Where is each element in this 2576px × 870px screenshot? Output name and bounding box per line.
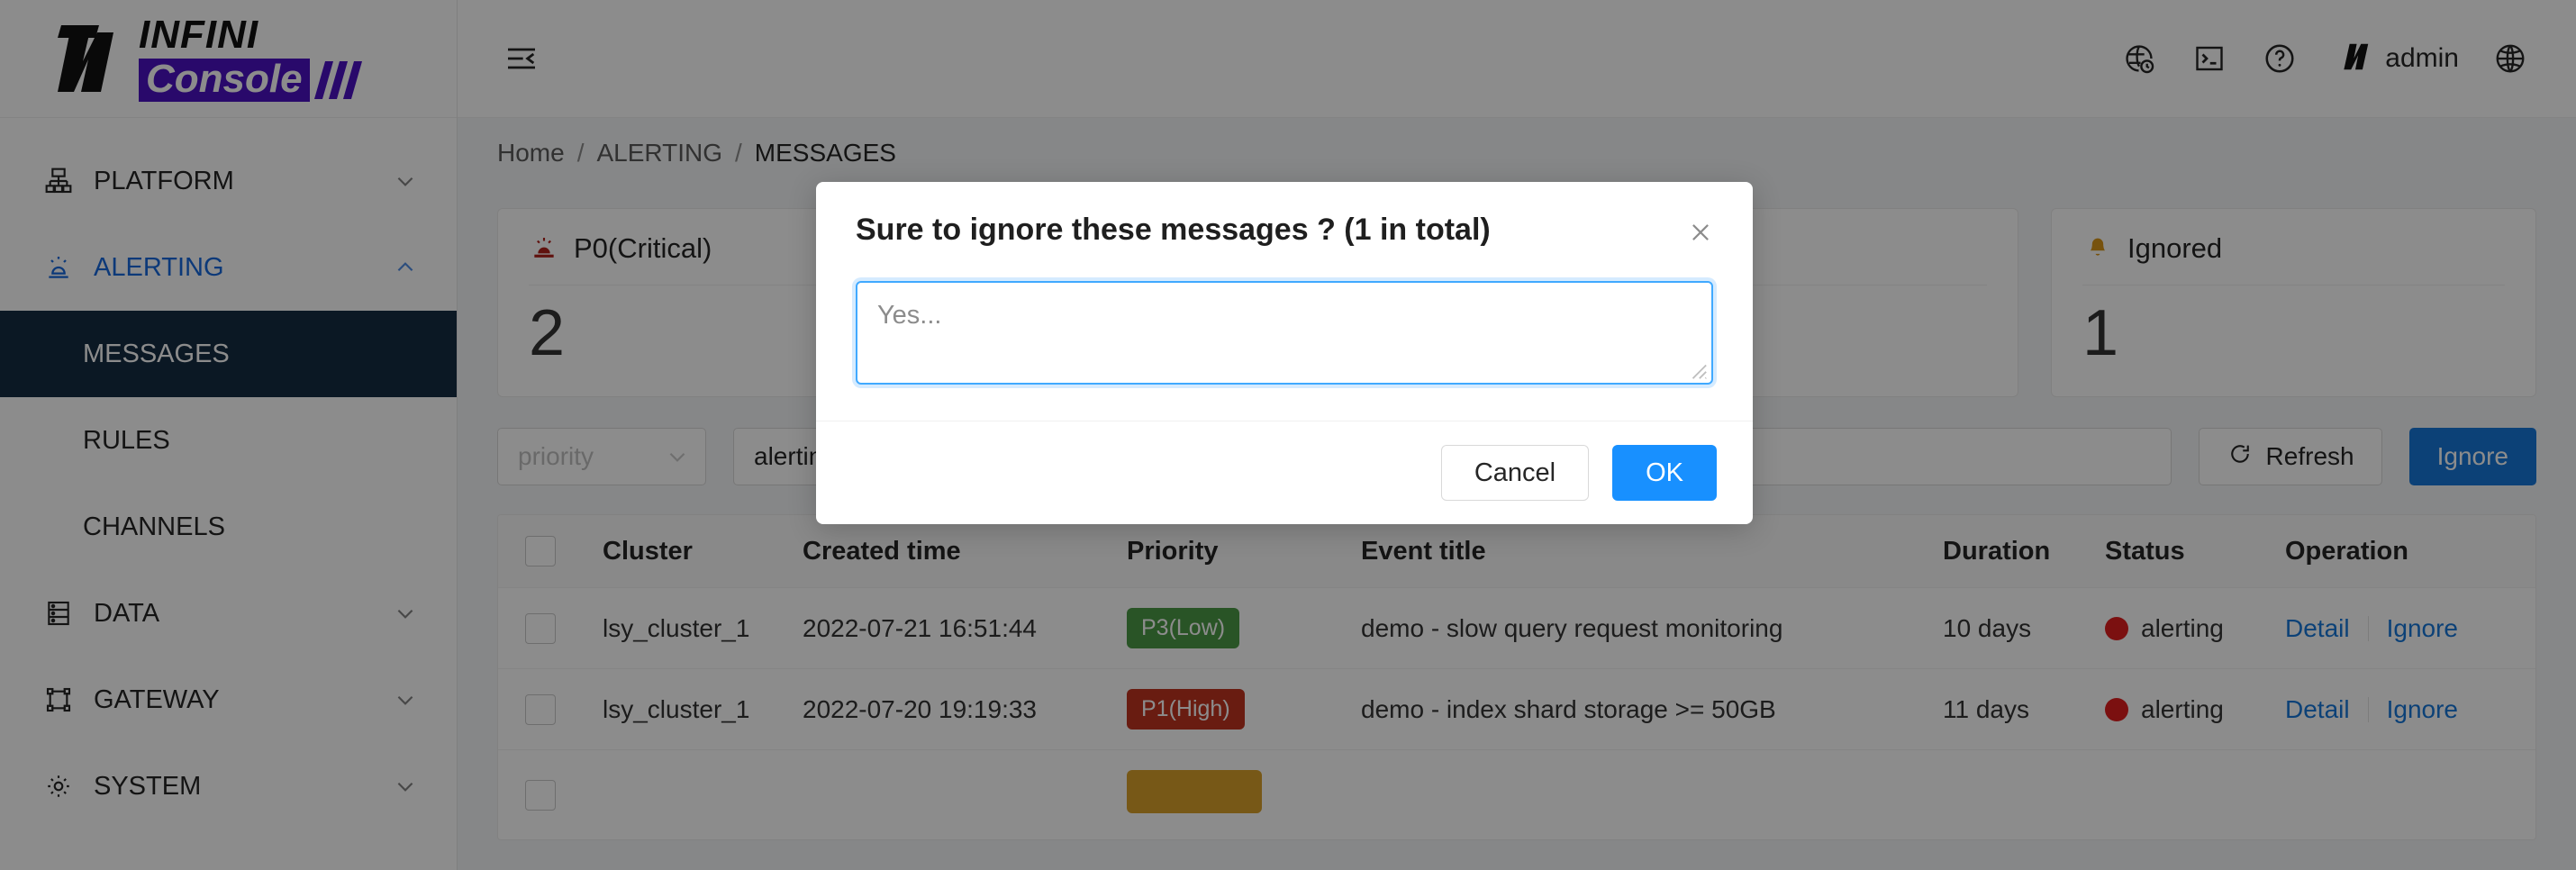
resize-handle-icon[interactable] — [1688, 360, 1708, 380]
cancel-button[interactable]: Cancel — [1440, 445, 1590, 501]
ignore-reason-field[interactable] — [856, 281, 1713, 385]
ok-button[interactable]: OK — [1612, 445, 1717, 501]
modal-body — [816, 279, 1753, 421]
close-icon[interactable] — [1681, 213, 1720, 252]
modal-footer: Cancel OK — [816, 421, 1753, 524]
modal-title: Sure to ignore these messages ? (1 in to… — [856, 213, 1491, 247]
app-root: INFINI Console PLATFORM ALERTING MESSAGE… — [0, 0, 2576, 870]
ignore-reason-input[interactable] — [857, 283, 1711, 378]
modal-header: Sure to ignore these messages ? (1 in to… — [816, 182, 1753, 279]
ignore-messages-modal: Sure to ignore these messages ? (1 in to… — [816, 182, 1753, 524]
